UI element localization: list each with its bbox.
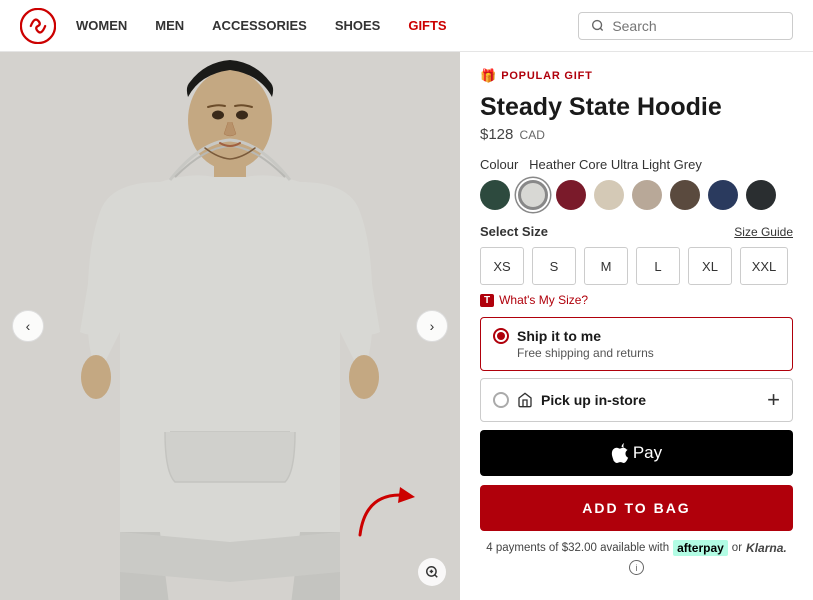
shipping-section: Ship it to me Free shipping and returns … [480,317,793,422]
search-input[interactable] [612,18,780,34]
color-swatch-dark-green[interactable] [480,180,510,210]
color-swatch-dark-brown[interactable] [670,180,700,210]
size-label: Select Size [480,224,548,239]
color-swatch-light-grey[interactable] [518,180,548,210]
whats-my-size-label: What's My Size? [499,293,588,307]
afterpay-or: or [732,542,742,554]
next-icon: › [430,318,435,334]
color-swatches [480,180,793,210]
gift-icon: 🎁 [480,68,496,84]
whats-my-size[interactable]: T What's My Size? [480,293,793,307]
color-swatch-burgundy[interactable] [556,180,586,210]
nav-shoes[interactable]: SHOES [335,18,381,33]
size-xxl[interactable]: XXL [740,247,788,285]
apple-pay-button[interactable]: Pay [480,430,793,476]
product-details: 🎁 POPULAR GIFT Steady State Hoodie $128 … [460,52,813,600]
pickup-option[interactable]: Pick up in-store + [480,378,793,422]
prev-icon: ‹ [26,318,31,334]
color-name: Heather Core Ultra Light Grey [529,157,702,172]
size-icon: T [480,294,494,307]
red-arrow-overlay [350,475,430,550]
color-swatch-tan[interactable] [632,180,662,210]
nav-men[interactable]: MEN [155,18,184,33]
navigation: WOMEN MEN ACCESSORIES SHOES GIFTS [0,0,813,52]
apple-pay-label: Pay [633,443,662,463]
nav-women[interactable]: WOMEN [76,18,127,33]
size-section: Select Size Size Guide XS S M L XL XXL T… [480,224,793,307]
nav-links: WOMEN MEN ACCESSORIES SHOES GIFTS [76,18,578,33]
pickup-title: Pick up in-store [541,392,646,408]
price-currency: CAD [520,128,545,142]
zoom-icon [425,565,439,579]
color-separator [522,157,526,172]
size-xl[interactable]: XL [688,247,732,285]
search-box [578,12,793,40]
ship-radio [493,328,509,344]
afterpay-row: 4 payments of $32.00 available with afte… [480,540,793,575]
store-icon [517,392,533,408]
color-swatch-navy[interactable] [708,180,738,210]
ship-title: Ship it to me [517,328,601,344]
afterpay-logo: afterpay [673,540,728,556]
color-section: Colour Heather Core Ultra Light Grey [480,157,793,210]
lululemon-logo[interactable] [20,8,56,44]
afterpay-text: 4 payments of $32.00 available with [486,542,669,554]
pickup-plus-icon: + [767,389,780,411]
size-l[interactable]: L [636,247,680,285]
ship-subtitle: Free shipping and returns [517,346,780,360]
size-header: Select Size Size Guide [480,224,793,239]
product-title: Steady State Hoodie [480,92,793,122]
badge-label: POPULAR GIFT [501,70,593,82]
main-content: ‹ › 🎁 POPULAR GIFT Steady State Hoodie $… [0,52,813,600]
color-label-row: Colour Heather Core Ultra Light Grey [480,157,793,172]
product-price: $128 CAD [480,126,793,143]
size-xs[interactable]: XS [480,247,524,285]
nav-gifts[interactable]: GIFTS [408,18,446,33]
color-swatch-beige[interactable] [594,180,624,210]
size-guide-link[interactable]: Size Guide [734,225,793,239]
color-swatch-dark-charcoal[interactable] [746,180,776,210]
add-to-bag-button[interactable]: ADD TO BAG [480,485,793,531]
zoom-button[interactable] [418,558,446,586]
apple-logo-icon [611,443,629,463]
product-image-area: ‹ › [0,52,460,600]
size-buttons: XS S M L XL XXL [480,247,793,285]
prev-image-button[interactable]: ‹ [12,310,44,342]
size-s[interactable]: S [532,247,576,285]
price-amount: $128 [480,126,513,143]
ship-option[interactable]: Ship it to me Free shipping and returns [480,317,793,371]
search-icon [591,18,604,33]
popular-gift-badge: 🎁 POPULAR GIFT [480,68,793,84]
info-icon[interactable]: i [629,560,644,575]
next-image-button[interactable]: › [416,310,448,342]
size-m[interactable]: M [584,247,628,285]
pickup-radio [493,392,509,408]
color-label: Colour [480,157,518,172]
nav-accessories[interactable]: ACCESSORIES [212,18,307,33]
klarna-logo: Klarna. [746,541,787,555]
